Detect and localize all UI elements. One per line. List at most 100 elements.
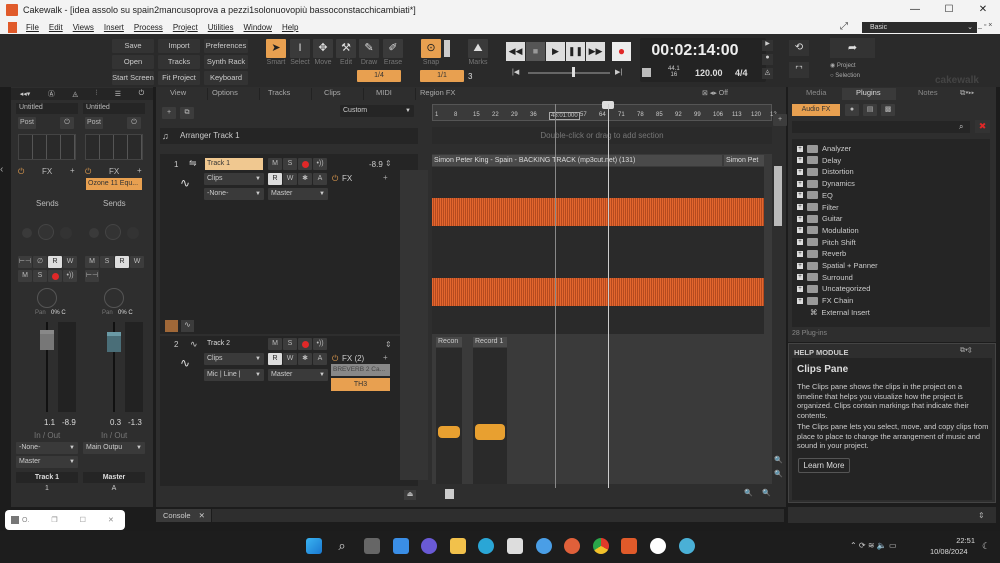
plugin-category[interactable]: + Modulation: [797, 225, 859, 236]
track2-write-button[interactable]: W: [283, 353, 297, 365]
strip2-pan-knob[interactable]: [104, 288, 124, 308]
strip1-track-name[interactable]: Track 1: [16, 472, 78, 483]
track2-archive-button[interactable]: A: [313, 353, 327, 365]
strip1-power-icon[interactable]: ⏻: [60, 117, 74, 129]
updater-icon[interactable]: [536, 538, 552, 554]
tracks-menu[interactable]: Tracks: [260, 88, 312, 100]
track1-fx-power-icon[interactable]: ⏻: [332, 174, 338, 184]
expand-icon[interactable]: +: [797, 157, 803, 164]
snap-toggle-button[interactable]: ⊙: [421, 39, 441, 58]
go-to-end-icon[interactable]: ▶|: [615, 68, 622, 76]
menu-views[interactable]: Views: [73, 23, 94, 32]
minimized-window[interactable]: O. ❐ ☐ ✕: [5, 510, 125, 530]
track1-mode-select[interactable]: Clips ▼: [204, 173, 264, 185]
expand-icon[interactable]: +: [797, 274, 803, 281]
expand-icon[interactable]: +: [797, 180, 803, 187]
menu-window[interactable]: Window: [244, 23, 272, 32]
vertical-scrollbar-thumb[interactable]: [774, 166, 782, 226]
automation-lanes-icon[interactable]: ∿: [181, 320, 194, 332]
plugin-category[interactable]: + Filter: [797, 202, 839, 213]
strip2-mute-button[interactable]: M: [85, 256, 99, 268]
external-insert-item[interactable]: ⌘ External Insert: [810, 307, 870, 318]
start-icon[interactable]: [306, 538, 322, 554]
doc-window-controls[interactable]: _ ▫ ×: [978, 22, 992, 29]
expand-icon[interactable]: +: [797, 250, 803, 257]
strip1-arm-button[interactable]: [48, 270, 62, 282]
menu-project[interactable]: Project: [173, 23, 198, 32]
strip1-fx-power-icon[interactable]: ⏻: [18, 167, 24, 177]
view-menu[interactable]: View: [156, 88, 208, 100]
task-view-icon[interactable]: [364, 538, 380, 554]
strip1-input-select[interactable]: -None- ▼: [16, 442, 78, 454]
strip1-eq-graph[interactable]: [18, 134, 76, 160]
metronome-icon[interactable]: ◬: [762, 68, 773, 79]
track1-archive-button[interactable]: A: [313, 173, 327, 185]
strip2-send-post-knob[interactable]: [89, 228, 99, 238]
menu-file[interactable]: File: [26, 23, 39, 32]
menu-help[interactable]: Help: [282, 23, 298, 32]
tray-icons[interactable]: ⌃ ⟳ ≋ 🔈 ▭: [850, 541, 897, 550]
strip2-phase-button[interactable]: ⊢⊣: [85, 270, 99, 282]
fit-project-button[interactable]: Fit Project: [158, 71, 200, 85]
punch-button[interactable]: ⌜⌝: [789, 62, 809, 78]
strip1-phase-button[interactable]: ⊢⊣: [18, 256, 32, 268]
track2-arm-button[interactable]: [298, 338, 312, 350]
expand-icon[interactable]: +: [797, 215, 803, 222]
clip1-header[interactable]: Simon Peter King - Spain - BACKING TRACK…: [432, 155, 722, 166]
right-pane-expand-icon[interactable]: ⇕: [978, 511, 985, 520]
store-icon[interactable]: [507, 538, 523, 554]
strip2-post-button[interactable]: Post: [85, 117, 103, 129]
menu-utilities[interactable]: Utilities: [208, 23, 234, 32]
clip2-header[interactable]: Simon Pet: [724, 155, 764, 166]
track2-freeze-button[interactable]: ✱: [298, 353, 312, 365]
track2-fx-item-2[interactable]: TH3: [331, 378, 390, 391]
track2-fx-item-1[interactable]: BREVERB 2 Ca...: [331, 364, 390, 376]
edge-alt-icon[interactable]: [650, 538, 666, 554]
automation-off-select[interactable]: ⊠ ◂▸ Off: [702, 89, 762, 99]
track2-fx-power-icon[interactable]: ⏻: [332, 354, 338, 364]
tempo[interactable]: 120.00: [695, 68, 723, 78]
horizontal-zoom-in-icon[interactable]: 🔍: [762, 489, 771, 497]
eq-icon[interactable]: ⫶: [95, 90, 97, 98]
track1-arm-button[interactable]: [298, 158, 312, 170]
browser-options-icon[interactable]: ⧉▾▸▸: [950, 88, 974, 100]
clock-time[interactable]: 22:51: [935, 536, 975, 545]
move-tool-button[interactable]: ✥: [313, 39, 333, 58]
plugin-category[interactable]: + Dynamics: [797, 178, 855, 189]
mini-restore-icon[interactable]: ❐: [51, 516, 57, 524]
tracks-button[interactable]: Tracks: [158, 55, 200, 69]
strip1-send-pan-knob[interactable]: [60, 227, 72, 239]
clips-menu[interactable]: Clips: [312, 88, 364, 100]
track1-name-field[interactable]: Track 1: [205, 158, 263, 170]
firefox-icon[interactable]: [564, 538, 580, 554]
track1-solo-button[interactable]: S: [283, 158, 297, 170]
edit-tool-button[interactable]: ⚒: [336, 39, 356, 58]
strip1-read-button[interactable]: R: [48, 256, 62, 268]
metronome-icon[interactable]: ◬: [72, 90, 77, 98]
strip1-post-button[interactable]: Post: [18, 117, 36, 129]
clear-search-icon[interactable]: ✖: [975, 120, 990, 133]
workspace-select[interactable]: Basic ⌄: [862, 22, 977, 33]
tab-notes[interactable]: Notes: [896, 88, 950, 100]
track2-input-select[interactable]: Mic | Line | ▼: [204, 369, 264, 381]
close-button[interactable]: ✕: [966, 0, 1000, 20]
track2-expand-icon[interactable]: ⇕: [385, 340, 392, 349]
add-track-button[interactable]: +: [162, 107, 176, 119]
strip1-send-post-knob[interactable]: [22, 228, 32, 238]
preferences-button[interactable]: Preferences: [204, 39, 248, 53]
clock-date[interactable]: 10/08/2024: [930, 547, 968, 556]
strip1-write-button[interactable]: W: [63, 256, 77, 268]
expand-icon[interactable]: +: [797, 192, 803, 199]
track1-volume[interactable]: -8.9: [369, 160, 383, 169]
strip2-output-select[interactable]: Main Outpu ▼: [83, 442, 145, 454]
draw-tool-button[interactable]: ✎: [359, 39, 379, 58]
play-from-icon[interactable]: ▶: [762, 40, 773, 51]
plugin-category[interactable]: + Reverb: [797, 248, 846, 259]
strip2-volume-fader[interactable]: [107, 332, 121, 352]
track1-read-button[interactable]: R: [268, 173, 282, 185]
expand-icon[interactable]: +: [797, 297, 803, 304]
collapse-left-icon[interactable]: ‹: [0, 164, 3, 175]
track1-monitor-button[interactable]: •)): [313, 158, 327, 170]
strip2-write-button[interactable]: W: [130, 256, 144, 268]
keyboard-button[interactable]: Keyboard: [204, 71, 248, 85]
